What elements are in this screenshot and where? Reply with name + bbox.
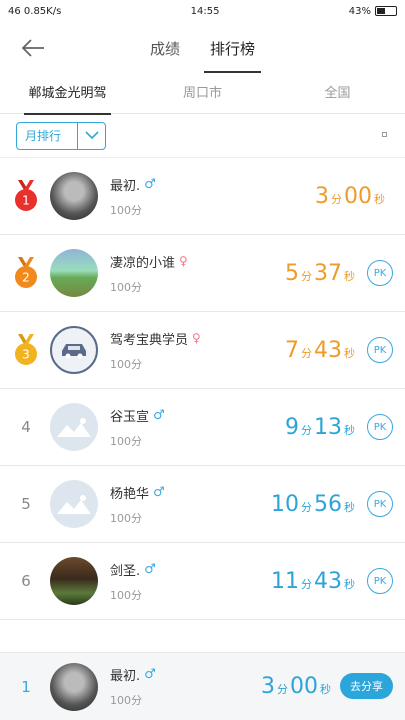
nav-bar: 成绩 排行榜	[0, 22, 405, 74]
tab-scores[interactable]: 成绩	[148, 24, 182, 73]
back-button[interactable]	[18, 34, 48, 62]
list-item[interactable]: 6 剑圣. ♂ 100分 11 分 43 秒 PK	[0, 543, 405, 620]
list-item[interactable]: 4 谷玉宣 ♂ 100分 9 分 13 秒 PK	[0, 389, 405, 466]
my-score: 100分	[110, 694, 142, 707]
rank-number: 5	[21, 495, 31, 513]
tab-school[interactable]: 郸城金光明驾	[0, 74, 135, 115]
score: 100分	[110, 588, 142, 602]
leaderboard-list: 1 最初. ♂ 100分 3 分 00 秒 2 凄凉的小谁 ♀ 100分 5 分 37 秒 P	[0, 158, 405, 620]
rank-badge: 1	[10, 180, 42, 212]
back-arrow-icon	[21, 39, 44, 57]
pk-button[interactable]: PK	[367, 337, 393, 363]
gold-medal-icon: 3	[15, 334, 37, 365]
signal-speed: 46 0.85K/s	[8, 6, 61, 17]
male-icon: ♂	[144, 176, 156, 192]
image-placeholder-icon	[57, 495, 91, 514]
score: 100分	[110, 203, 142, 217]
period-label: 月排行	[25, 129, 62, 143]
my-name: 最初.	[110, 669, 141, 684]
battery-status: 43%	[348, 5, 397, 17]
clock: 14:55	[190, 5, 220, 17]
user-name: 杨艳华	[110, 486, 150, 502]
avatar[interactable]	[50, 172, 98, 220]
share-button[interactable]: 去分享	[340, 673, 393, 699]
user-name: 最初.	[110, 178, 141, 194]
scope-tabs: 郸城金光明驾 周口市 全国	[0, 74, 405, 115]
male-icon: ♂	[144, 667, 156, 682]
car-icon	[62, 344, 86, 359]
svg-text:1: 1	[22, 194, 30, 208]
tab-national[interactable]: 全国	[270, 74, 405, 114]
score: 100分	[110, 434, 142, 448]
avatar[interactable]	[50, 326, 98, 374]
period-dropdown[interactable]: 月排行	[16, 121, 106, 150]
pk-button[interactable]: PK	[367, 568, 393, 594]
user-name: 谷玉宣	[110, 409, 150, 425]
nav-tabs: 成绩 排行榜	[148, 24, 262, 73]
my-rank-bar: 1 最初. ♂ 100分 3 分 00 秒 去分享	[0, 652, 405, 720]
status-bar: 46 0.85K/s 14:55 43%	[0, 0, 405, 22]
score: 100分	[110, 511, 142, 525]
user-name: 剑圣.	[110, 563, 141, 579]
list-item[interactable]: 3 驾考宝典学员 ♀ 100分 7 分 43 秒 PK	[0, 312, 405, 389]
avatar[interactable]	[50, 249, 98, 297]
score: 100分	[110, 357, 142, 371]
finish-time: 3 分 00 秒	[315, 183, 385, 209]
list-item[interactable]: 5 杨艳华 ♂ 100分 10 分 56 秒 PK	[0, 466, 405, 543]
my-avatar[interactable]	[50, 662, 98, 711]
list-item[interactable]: 1 最初. ♂ 100分 3 分 00 秒	[0, 158, 405, 235]
filter-row: 月排行	[0, 114, 405, 158]
corner-icon	[382, 132, 387, 137]
tab-leaderboard[interactable]: 排行榜	[203, 24, 262, 73]
network-speed: 46 0.85K/s	[8, 5, 62, 17]
image-placeholder-icon	[57, 418, 91, 437]
rank-number: 6	[21, 572, 31, 590]
svg-text:3: 3	[22, 348, 30, 362]
male-icon: ♂	[153, 484, 165, 500]
tab-city[interactable]: 周口市	[135, 74, 270, 114]
rank-number: 4	[21, 418, 31, 436]
svg-text:2: 2	[22, 271, 30, 285]
avatar[interactable]	[50, 480, 98, 528]
my-rank-number: 1	[21, 677, 31, 696]
female-icon: ♀	[179, 254, 188, 268]
list-item[interactable]: 2 凄凉的小谁 ♀ 100分 5 分 37 秒 PK	[0, 235, 405, 312]
pk-button[interactable]: PK	[367, 414, 393, 440]
avatar[interactable]	[50, 403, 98, 451]
pk-button[interactable]: PK	[367, 491, 393, 517]
male-icon: ♂	[144, 561, 156, 577]
battery-icon	[375, 5, 397, 16]
pk-button[interactable]: PK	[367, 260, 393, 286]
chevron-down-icon	[77, 122, 105, 149]
orange-medal-icon: 2	[15, 257, 37, 288]
score: 100分	[110, 280, 142, 294]
user-name: 驾考宝典学员	[110, 332, 189, 348]
user-name: 凄凉的小谁	[110, 255, 176, 271]
female-icon: ♀	[192, 331, 201, 345]
battery-percent: 43%	[348, 5, 371, 17]
male-icon: ♂	[153, 407, 165, 423]
red-medal-icon: 1	[15, 180, 37, 211]
avatar[interactable]	[50, 557, 98, 605]
rank-badge: 2	[10, 257, 42, 289]
rank-badge: 3	[10, 334, 42, 366]
